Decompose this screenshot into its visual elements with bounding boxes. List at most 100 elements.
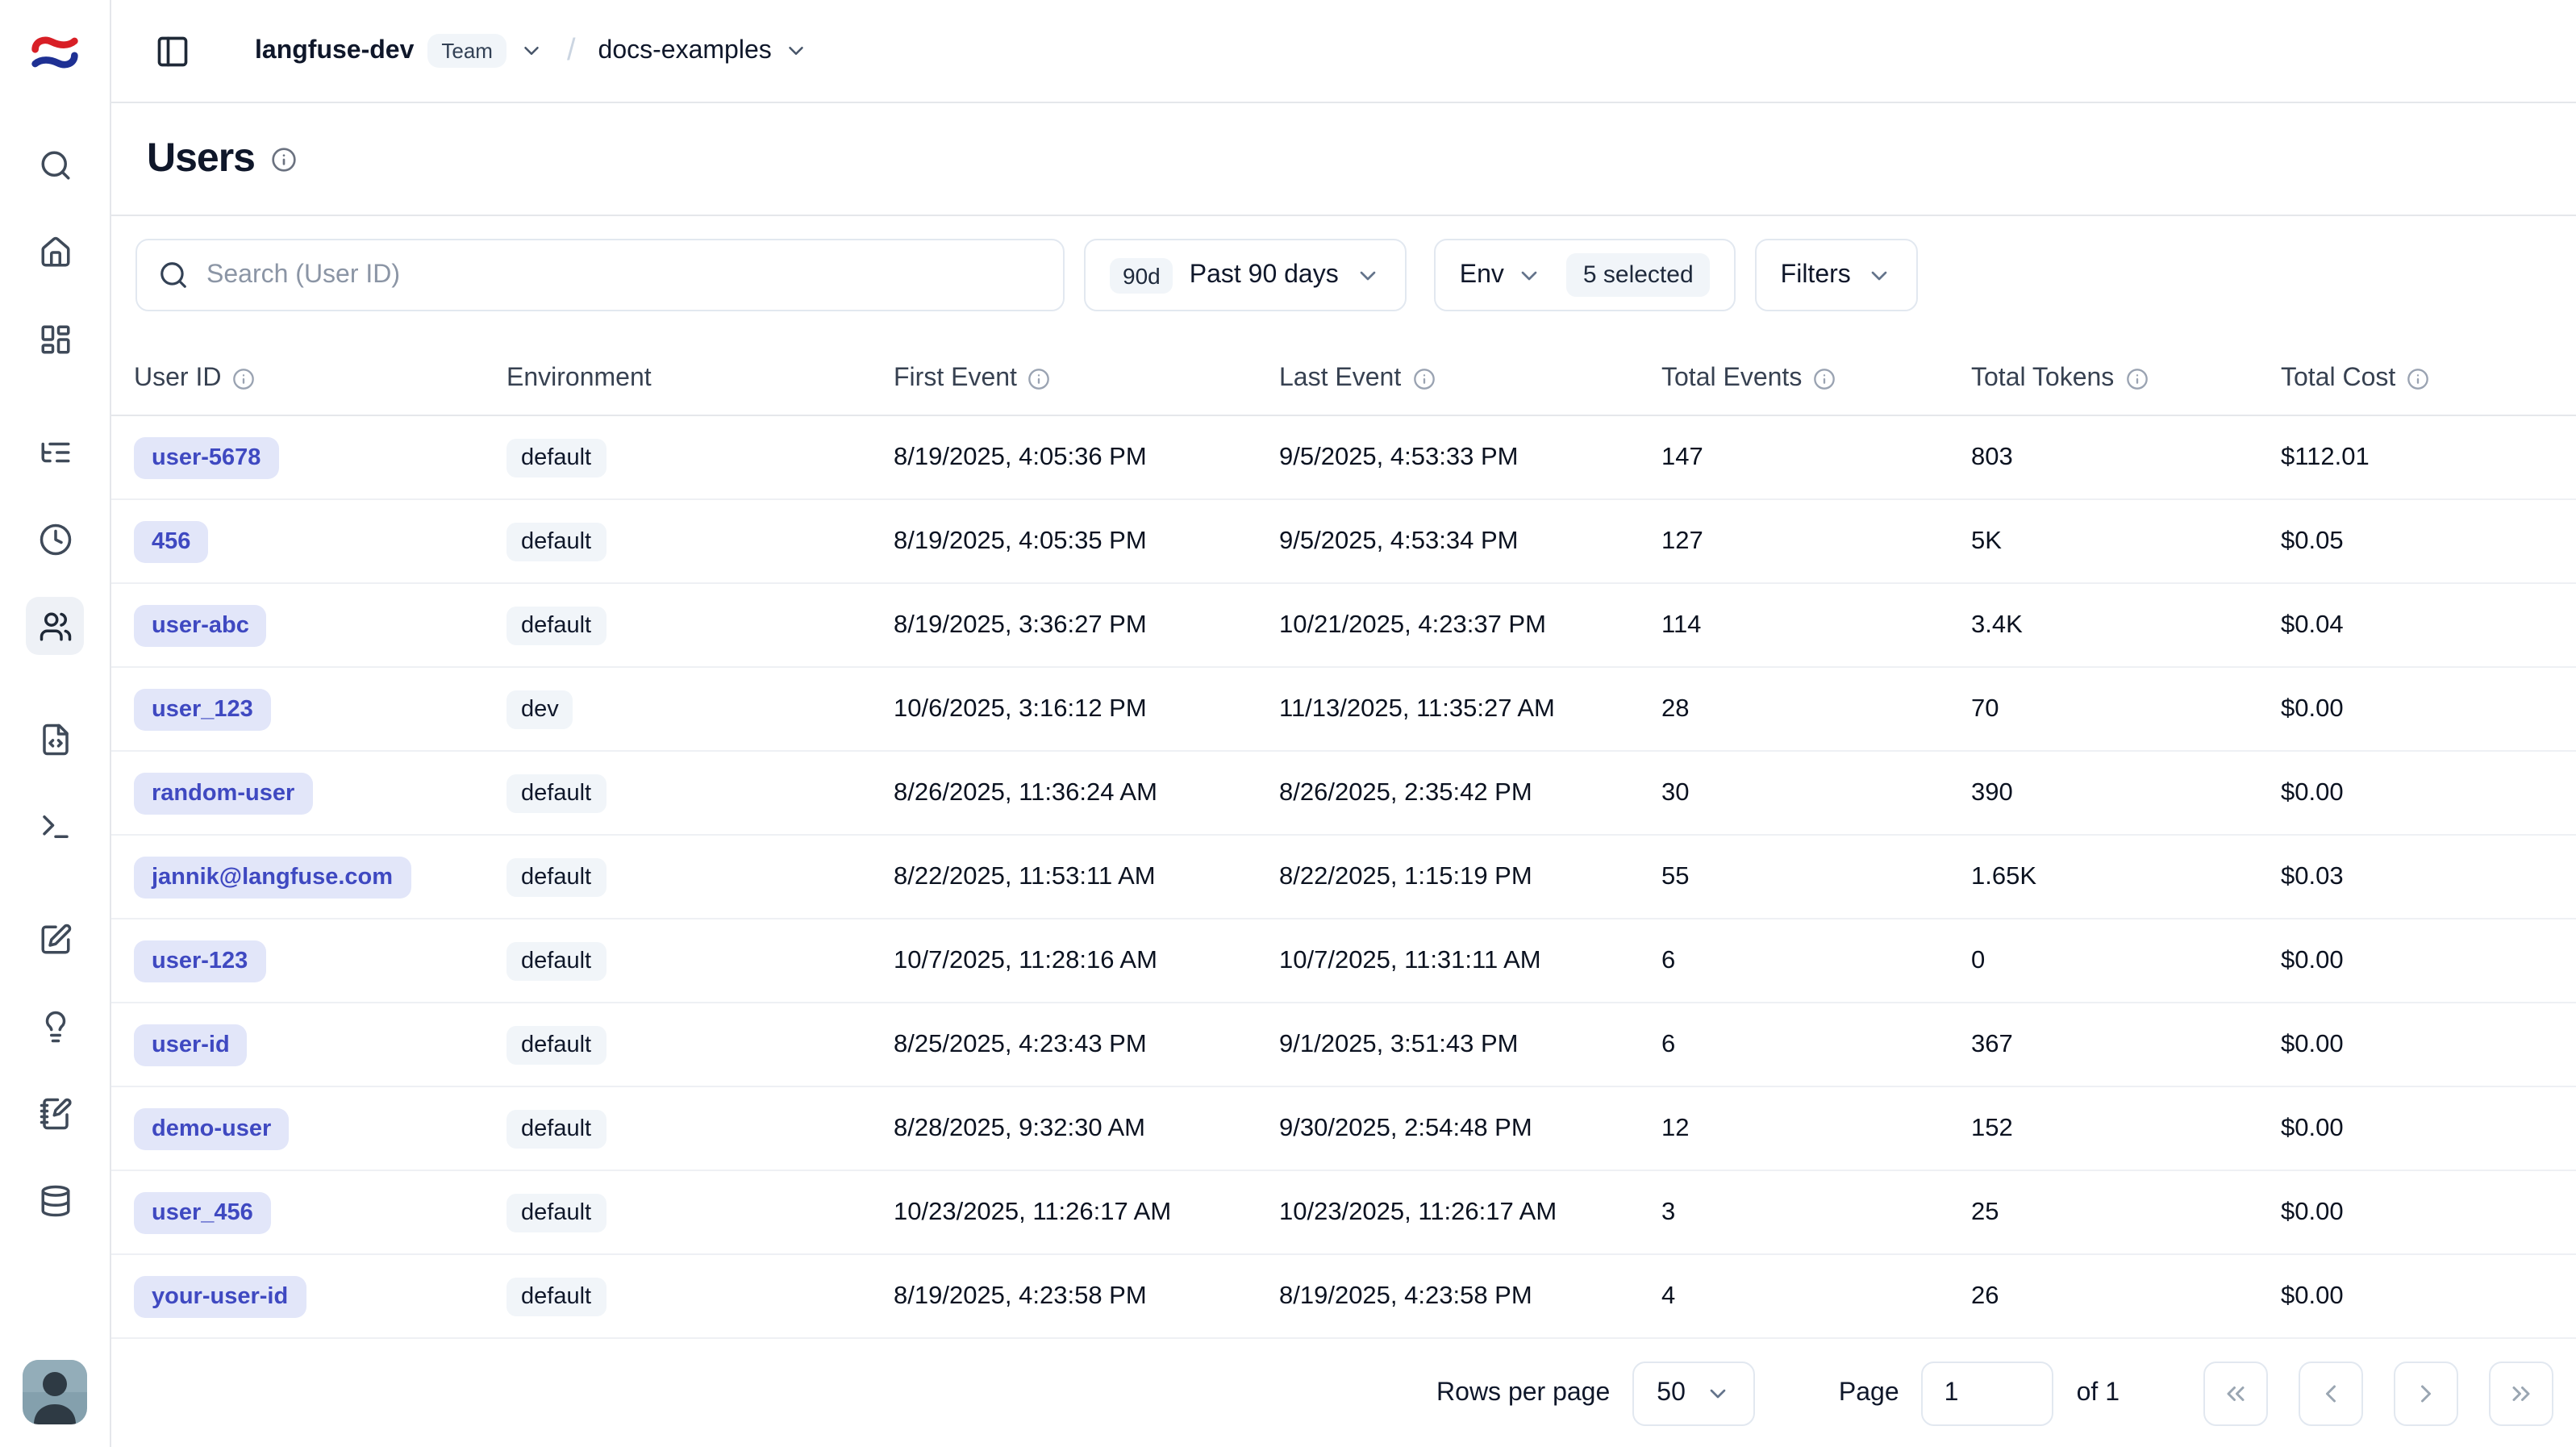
user-id-cell: your-user-id bbox=[134, 1275, 506, 1317]
info-icon[interactable] bbox=[271, 146, 297, 172]
last-event-cell: 8/19/2025, 4:23:58 PM bbox=[1279, 1282, 1661, 1311]
sidebar-item-sessions[interactable] bbox=[26, 510, 84, 568]
total-cost-cell: $0.04 bbox=[2281, 611, 2576, 640]
sidebar-item-tracing[interactable] bbox=[26, 423, 84, 481]
info-icon[interactable] bbox=[2407, 368, 2429, 390]
info-icon[interactable] bbox=[1028, 368, 1051, 390]
user-id-cell: jannik@langfuse.com bbox=[134, 856, 506, 898]
table-row[interactable]: your-user-id default 8/19/2025, 4:23:58 … bbox=[111, 1255, 2576, 1339]
sidebar-item-playground[interactable] bbox=[26, 797, 84, 855]
table-row[interactable]: user-123 default 10/7/2025, 11:28:16 AM … bbox=[111, 919, 2576, 1003]
sidebar-toggle-button[interactable] bbox=[148, 27, 197, 75]
user-id-link[interactable]: user-id bbox=[134, 1024, 248, 1065]
user-id-link[interactable]: user_123 bbox=[134, 688, 271, 730]
rows-per-page-value: 50 bbox=[1657, 1379, 1686, 1408]
first-event-cell: 10/6/2025, 3:16:12 PM bbox=[894, 694, 1279, 724]
chevron-down-icon[interactable] bbox=[520, 39, 544, 63]
org-type-badge: Team bbox=[427, 34, 507, 68]
total-tokens-cell: 803 bbox=[1971, 443, 2281, 472]
org-name[interactable]: langfuse-dev bbox=[255, 36, 414, 65]
user-id-link[interactable]: user_456 bbox=[134, 1191, 271, 1233]
column-header-label: User ID bbox=[134, 365, 221, 394]
user-avatar[interactable] bbox=[23, 1360, 87, 1424]
sidebar-item-dashboards[interactable] bbox=[26, 310, 84, 368]
first-event-cell: 8/19/2025, 4:05:35 PM bbox=[894, 527, 1279, 556]
chevrons-right-icon bbox=[2507, 1379, 2536, 1408]
info-icon[interactable] bbox=[1412, 368, 1435, 390]
total-tokens-cell: 367 bbox=[1971, 1030, 2281, 1059]
user-id-cell: user-123 bbox=[134, 940, 506, 982]
column-header[interactable]: Environment bbox=[506, 365, 894, 394]
environment-badge: default bbox=[506, 606, 606, 644]
rows-per-page-label: Rows per page bbox=[1436, 1379, 1610, 1408]
rows-per-page-select[interactable]: 50 bbox=[1632, 1362, 1755, 1426]
sidebar-item-datasets[interactable] bbox=[26, 1171, 84, 1229]
column-header[interactable]: Total Events bbox=[1661, 365, 1971, 394]
sidebar-item-insights[interactable] bbox=[26, 997, 84, 1055]
table-row[interactable]: user_123 dev 10/6/2025, 3:16:12 PM 11/13… bbox=[111, 668, 2576, 752]
user-id-link[interactable]: 456 bbox=[134, 520, 208, 562]
chevron-down-icon[interactable] bbox=[785, 39, 809, 63]
total-events-cell: 12 bbox=[1661, 1114, 1971, 1143]
table-row[interactable]: demo-user default 8/28/2025, 9:32:30 AM … bbox=[111, 1087, 2576, 1171]
table-row[interactable]: user_456 default 10/23/2025, 11:26:17 AM… bbox=[111, 1171, 2576, 1255]
column-header[interactable]: User ID bbox=[134, 365, 506, 394]
sidebar-item-search[interactable] bbox=[26, 136, 84, 194]
table-row[interactable]: jannik@langfuse.com default 8/22/2025, 1… bbox=[111, 836, 2576, 919]
total-events-cell: 6 bbox=[1661, 1030, 1971, 1059]
last-page-button[interactable] bbox=[2489, 1362, 2553, 1426]
table-row[interactable]: 456 default 8/19/2025, 4:05:35 PM 9/5/20… bbox=[111, 500, 2576, 584]
sidebar-item-annotation[interactable] bbox=[26, 1084, 84, 1142]
page-input[interactable] bbox=[1922, 1362, 2054, 1426]
environment-cell: default bbox=[506, 522, 894, 561]
first-page-button[interactable] bbox=[2203, 1362, 2268, 1426]
info-icon[interactable] bbox=[1813, 368, 1836, 390]
column-header[interactable]: Total Cost bbox=[2281, 365, 2576, 394]
sidebar-item-evaluators[interactable] bbox=[26, 910, 84, 968]
sidebar-item-users[interactable] bbox=[26, 597, 84, 655]
info-icon[interactable] bbox=[232, 368, 255, 390]
sidebar-item-home[interactable] bbox=[26, 223, 84, 281]
user-id-link[interactable]: user-abc bbox=[134, 604, 267, 646]
env-filter-button[interactable]: Env 5 selected bbox=[1434, 239, 1736, 311]
sidebar-item-prompts[interactable] bbox=[26, 710, 84, 768]
user-id-link[interactable]: your-user-id bbox=[134, 1275, 306, 1317]
project-name[interactable]: docs-examples bbox=[598, 36, 772, 65]
table-row[interactable]: user-abc default 8/19/2025, 3:36:27 PM 1… bbox=[111, 584, 2576, 668]
table-row[interactable]: user-5678 default 8/19/2025, 4:05:36 PM … bbox=[111, 416, 2576, 500]
column-header[interactable]: Total Tokens bbox=[1971, 365, 2281, 394]
table-row[interactable]: random-user default 8/26/2025, 11:36:24 … bbox=[111, 752, 2576, 836]
date-range-button[interactable]: 90d Past 90 days bbox=[1084, 239, 1407, 311]
user-id-link[interactable]: user-5678 bbox=[134, 436, 278, 478]
prev-page-button[interactable] bbox=[2299, 1362, 2363, 1426]
app-logo[interactable] bbox=[0, 0, 110, 103]
user-id-link[interactable]: user-123 bbox=[134, 940, 265, 982]
total-tokens-cell: 152 bbox=[1971, 1114, 2281, 1143]
first-event-cell: 8/26/2025, 11:36:24 AM bbox=[894, 778, 1279, 807]
column-header[interactable]: First Event bbox=[894, 365, 1279, 394]
square-pen-icon bbox=[38, 922, 72, 956]
table-row[interactable]: user-id default 8/25/2025, 4:23:43 PM 9/… bbox=[111, 1003, 2576, 1087]
filters-button[interactable]: Filters bbox=[1755, 239, 1919, 311]
user-id-link[interactable]: random-user bbox=[134, 772, 312, 814]
user-id-cell: user_456 bbox=[134, 1191, 506, 1233]
column-header-label: Total Cost bbox=[2281, 365, 2395, 394]
dashboard-grid-icon bbox=[38, 322, 72, 356]
list-tree-icon bbox=[38, 435, 72, 469]
next-page-button[interactable] bbox=[2394, 1362, 2458, 1426]
search-input[interactable] bbox=[206, 261, 1042, 290]
first-event-cell: 10/7/2025, 11:28:16 AM bbox=[894, 946, 1279, 975]
environment-cell: default bbox=[506, 1193, 894, 1232]
info-icon[interactable] bbox=[2125, 368, 2148, 390]
total-tokens-cell: 390 bbox=[1971, 778, 2281, 807]
user-id-link[interactable]: jannik@langfuse.com bbox=[134, 856, 411, 898]
total-events-cell: 55 bbox=[1661, 862, 1971, 891]
main-content: langfuse-dev Team / docs-examples Users … bbox=[111, 0, 2576, 1447]
total-events-cell: 3 bbox=[1661, 1198, 1971, 1227]
environment-badge: default bbox=[506, 1277, 606, 1316]
total-events-cell: 4 bbox=[1661, 1282, 1971, 1311]
environment-badge: default bbox=[506, 774, 606, 812]
column-header-label: First Event bbox=[894, 365, 1017, 394]
column-header[interactable]: Last Event bbox=[1279, 365, 1661, 394]
user-id-link[interactable]: demo-user bbox=[134, 1107, 289, 1149]
